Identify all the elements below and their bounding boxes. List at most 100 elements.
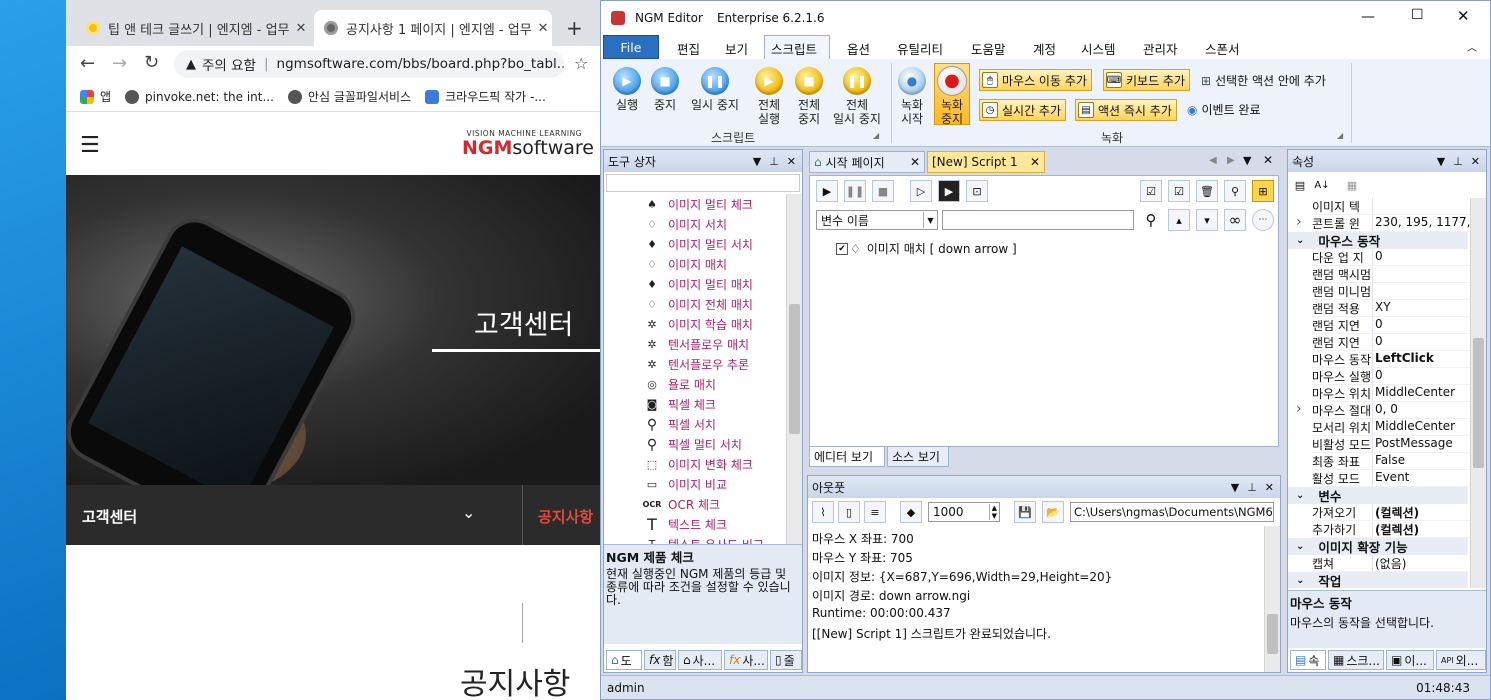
menu-view[interactable]: 보기 — [725, 39, 748, 58]
property-row[interactable]: 최종 좌표 False — [1312, 453, 1470, 470]
broom-icon[interactable]: ⌇ — [812, 501, 834, 523]
pause-button[interactable]: ❚❚ 일시 중지 — [685, 67, 745, 112]
bottom-tab-image[interactable]: ▣ 이... — [1386, 650, 1434, 670]
menu-toggle-icon[interactable]: ☰ — [80, 133, 100, 158]
close-icon[interactable]: ✕ — [1265, 481, 1274, 494]
tool-item[interactable]: ⬚ 이미지 변화 체크 — [644, 456, 753, 473]
add-mouse-move-button[interactable]: 🖱 마우스 이동 추가 — [979, 69, 1092, 91]
check-all-icon[interactable]: ☑ — [1140, 180, 1162, 202]
nav-notice[interactable]: 공지사항 — [538, 506, 593, 527]
bottom-tab-properties[interactable]: ▤ 속 — [1290, 650, 1326, 670]
pin-icon[interactable]: ⊥ — [1247, 481, 1257, 494]
bottom-tab-5[interactable]: ▯ 줄 — [770, 650, 802, 670]
property-row[interactable]: 랜덤 맥시멈 — [1312, 266, 1470, 283]
new-tab-button[interactable]: + — [566, 16, 583, 40]
property-row[interactable]: 모서리 위치 MiddleCenter — [1312, 419, 1470, 436]
chevron-down-icon[interactable]: ⌄ — [462, 503, 475, 522]
bookmark-apps[interactable]: 앱 — [80, 88, 111, 105]
menu-script[interactable]: 스크립트 — [771, 39, 817, 58]
menu-edit[interactable]: 편집 — [677, 39, 700, 58]
tool-item[interactable]: ♢ 이미지 서치 — [644, 216, 727, 233]
expand-icon[interactable]: › — [1296, 401, 1302, 417]
record-stop-button[interactable]: ● 녹화 중지 — [934, 67, 970, 126]
bottom-tab-function[interactable]: fx 함 — [644, 650, 676, 670]
tool-item[interactable]: ⚲ 픽셀 서치 — [644, 416, 716, 433]
add-keyboard-button[interactable]: ⌨ 키보드 추가 — [1103, 69, 1191, 91]
tab-start-page[interactable]: ⌂ 시작 페이지 ✕ — [809, 151, 925, 173]
loop-icon[interactable]: ∞ — [1224, 209, 1246, 231]
property-row[interactable]: 캡쳐 (없음) — [1312, 555, 1470, 572]
close-window-icon[interactable]: ✕ — [1457, 7, 1470, 25]
dropdown-icon[interactable]: ▼ — [1437, 155, 1445, 168]
menu-utility[interactable]: 유틸리티 — [897, 39, 943, 58]
menu-account[interactable]: 계정 — [1033, 39, 1056, 58]
bookmark-crowdpic[interactable]: 크라우드픽 작가 -... — [425, 88, 546, 105]
tool-item[interactable]: ✲ 텐서플로우 매치 — [644, 336, 749, 353]
menu-sponsor[interactable]: 스폰서 — [1205, 39, 1240, 58]
dropdown-icon[interactable]: ▼ — [753, 155, 761, 168]
run-all-button[interactable]: ▶ 전체 실행 — [749, 67, 789, 126]
bookmark-pinvoke[interactable]: pinvoke.net: the int... — [125, 89, 274, 104]
property-row[interactable]: 비활성 모드 PostMessage — [1312, 436, 1470, 453]
line-count-input[interactable]: 1000 ▲ ▼ — [928, 502, 1000, 522]
bottom-tab-4[interactable]: fx 사... — [724, 650, 768, 670]
property-pages-icon[interactable]: ▦ — [1342, 175, 1362, 195]
variable-input[interactable] — [942, 210, 1134, 230]
property-row[interactable]: 다운 업 지 0 — [1312, 249, 1470, 266]
pause-all-button[interactable]: ❚❚ 전체 일시 중지 — [829, 67, 885, 126]
property-category[interactable]: ⌄ 변수 — [1288, 487, 1468, 504]
tool-item[interactable]: ♦ 이미지 멀티 매치 — [644, 276, 753, 293]
eraser-icon[interactable]: ◆ — [900, 501, 922, 523]
close-tab-icon[interactable]: ✕ — [532, 21, 549, 36]
add-action-now-button[interactable]: ▤ 액션 즉시 추가 — [1075, 99, 1177, 121]
property-category[interactable]: ⌄ 작업 — [1288, 572, 1468, 588]
down-icon[interactable]: ▾ — [1196, 209, 1218, 231]
list-icon[interactable]: ≡ — [864, 501, 886, 523]
check-box-icon[interactable]: ☑ — [1168, 180, 1190, 202]
property-row[interactable]: 마우스 절대 0, 0 — [1312, 402, 1470, 419]
close-icon[interactable]: ✕ — [1263, 153, 1273, 167]
property-row[interactable]: 이미지 텍 — [1312, 198, 1470, 215]
back-icon[interactable]: ← — [80, 53, 95, 74]
bottom-tab-api[interactable]: API 외... — [1436, 650, 1486, 670]
reload-icon[interactable]: ↻ — [144, 52, 159, 73]
collapse-icon[interactable]: ⌄ — [1296, 541, 1304, 552]
close-tab-icon[interactable]: ✕ — [290, 21, 307, 36]
output-scrollbar[interactable] — [1264, 526, 1280, 672]
toolbox-scrollbar[interactable] — [786, 194, 802, 544]
address-bar[interactable]: ▲ 주의 요함 | ngmsoftware.com/bbs/board.php?… — [174, 50, 564, 78]
pause-icon[interactable]: ❚❚ — [844, 180, 866, 202]
property-row[interactable]: 마우스 동작 LeftClick — [1312, 351, 1470, 368]
tool-item[interactable]: T 텍스트 체크 — [644, 515, 727, 534]
spinner-icon[interactable]: ▲ ▼ — [988, 504, 999, 520]
close-icon[interactable]: ✕ — [1471, 155, 1480, 168]
dialog-launcher-icon[interactable]: ◢ — [873, 131, 879, 140]
collapse-ribbon-icon[interactable]: ︿ — [1467, 39, 1477, 54]
tool-item[interactable]: ♢ 이미지 매치 — [644, 256, 727, 273]
site-logo[interactable]: VISION MACHINE LEARNING NGMsoftware — [462, 129, 594, 158]
forward-icon[interactable]: → — [112, 53, 127, 74]
browser-tab-2[interactable]: 공지사항 1 페이지 | 엔지엠 - 업무 ✕ — [314, 10, 552, 46]
tool-item[interactable]: ♠ 이미지 멀티 체크 — [644, 196, 753, 213]
property-category[interactable]: ⌄ 이미지 확장 기능 — [1288, 538, 1468, 555]
property-row[interactable]: 랜덤 지연 0 — [1312, 317, 1470, 334]
dropdown-icon[interactable]: ▼ — [1243, 154, 1251, 167]
step-over-icon[interactable]: ⊡ — [966, 180, 988, 202]
folder-icon[interactable]: 📂 — [1042, 501, 1064, 523]
collapse-icon[interactable]: ⌄ — [1296, 490, 1304, 501]
pin-icon[interactable]: ⊥ — [1453, 155, 1463, 168]
tool-item[interactable]: T 텍스트 유사도 비교 — [644, 536, 764, 544]
tool-item[interactable]: ◙ 픽셀 체크 — [644, 396, 716, 413]
play-icon[interactable]: ▶ — [816, 180, 838, 202]
scroll-right-icon[interactable]: ▶ — [1227, 155, 1235, 166]
property-row[interactable]: 콘트롤 윈 230, 195, 1177, 10 — [1312, 215, 1470, 232]
menu-admin[interactable]: 관리자 — [1143, 39, 1178, 58]
step-into-icon[interactable]: ▶ — [938, 180, 960, 202]
property-row[interactable]: 랜덤 적용 XY — [1312, 300, 1470, 317]
tab-editor-view[interactable]: 에디터 보기 — [809, 447, 885, 467]
record-start-button[interactable]: ● 녹화 시작 — [895, 67, 929, 126]
document-icon[interactable]: ▯ — [838, 501, 860, 523]
stop-icon[interactable]: ■ — [872, 180, 894, 202]
property-row[interactable]: 마우스 실행 0 — [1312, 368, 1470, 385]
script-tree-item[interactable]: ✔ ♢ 이미지 매치 [ down arrow ] — [836, 240, 1017, 257]
